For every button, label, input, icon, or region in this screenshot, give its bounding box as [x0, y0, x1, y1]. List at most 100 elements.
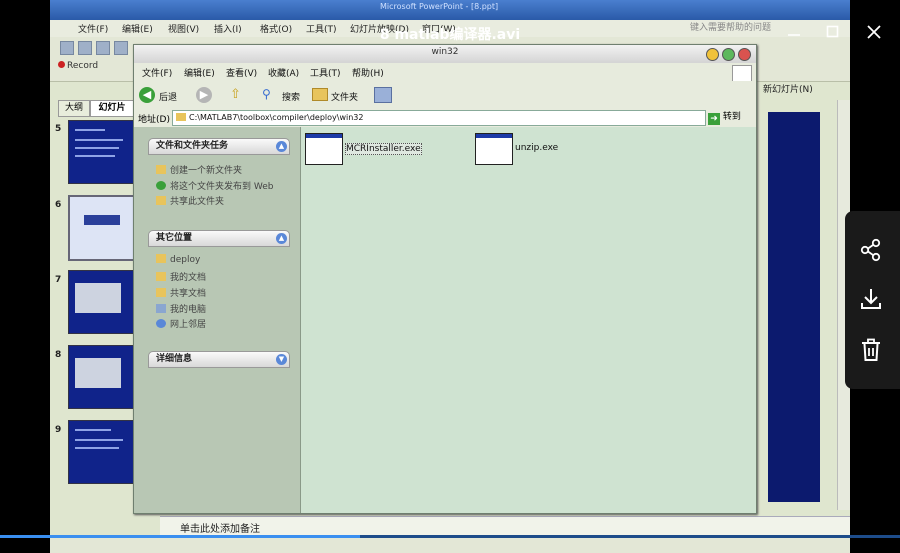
video-frame: Microsoft PowerPoint - [8.ppt] 文件(F) 编辑(… [50, 0, 850, 553]
menu-tools[interactable]: 工具(T) [310, 66, 341, 79]
tab-slides[interactable]: 幻灯片 [90, 100, 134, 117]
address-label: 地址(D) [138, 115, 170, 125]
slide-number: 7 [55, 275, 62, 285]
new-slide-button[interactable]: 新幻灯片(N) [763, 82, 813, 95]
slide-editing-area [768, 112, 820, 502]
download-icon[interactable] [857, 285, 885, 313]
thumb-screenshot [75, 283, 121, 313]
thumb-screenshot [75, 358, 121, 388]
folders-icon[interactable] [312, 88, 328, 101]
matlab-logo [84, 215, 120, 225]
collapse-icon[interactable]: ▲ [276, 141, 287, 152]
windows-logo-icon [732, 65, 752, 82]
video-progress-fill [0, 535, 360, 538]
back-label[interactable]: 后退 [159, 90, 177, 103]
explorer-title: win32 [431, 47, 459, 57]
search-label[interactable]: 搜索 [282, 90, 300, 103]
menu-file[interactable]: 文件(F) [142, 66, 172, 79]
thumb-text-line [75, 129, 105, 131]
record-icon [58, 61, 65, 68]
task-new-folder[interactable]: 创建一个新文件夹 [156, 163, 242, 176]
go-button[interactable]: ➜ 转到 [708, 110, 752, 125]
place-label: 网上邻居 [170, 320, 207, 330]
side-action-menu [845, 211, 900, 389]
up-folder-icon[interactable]: ⇧ [230, 87, 241, 102]
slide-pane-tabs: 大纲 幻灯片 [50, 100, 135, 117]
slide-thumbnail-6[interactable] [68, 195, 136, 261]
other-places-title: 其它位置 [156, 233, 193, 243]
address-value: C:\MATLAB7\toolbox\compiler\deploy\win32 [189, 113, 364, 122]
folder-icon [156, 254, 166, 263]
window-maximize-icon[interactable] [722, 48, 735, 61]
slide-thumbnail-8[interactable] [68, 345, 134, 409]
explorer-toolbar: ◀ 后退 ▶ ⇧ ⚲ 搜索 文件夹 [134, 81, 756, 110]
menu-view[interactable]: 查看(V) [226, 66, 257, 79]
slide-number: 8 [55, 350, 62, 360]
place-deploy[interactable]: deploy [156, 254, 200, 265]
globe-icon [156, 181, 166, 190]
file-list: MCRInstaller.exe unzip.exe [301, 127, 756, 513]
shared-folder-icon [156, 288, 166, 297]
slide-number: 9 [55, 425, 62, 435]
menu-edit[interactable]: 编辑(E) [184, 66, 215, 79]
minimize-icon[interactable] [787, 27, 801, 37]
close-icon[interactable] [867, 25, 881, 39]
thumb-text-line [75, 429, 111, 431]
notes-pane[interactable] [160, 516, 850, 537]
go-label: 转到 [722, 112, 741, 122]
record-button[interactable]: Record [58, 61, 98, 71]
slide-thumbnail-7[interactable] [68, 270, 134, 334]
place-shared-documents[interactable]: 共享文档 [156, 286, 206, 299]
other-places-header[interactable]: 其它位置 ▲ [148, 230, 290, 247]
share-folder-icon [156, 196, 166, 205]
ppt-titlebar: Microsoft PowerPoint - [8.ppt] [50, 0, 850, 20]
folders-label[interactable]: 文件夹 [331, 90, 358, 103]
new-folder-icon [156, 165, 166, 174]
network-icon [156, 319, 166, 328]
slide-number: 5 [55, 124, 62, 134]
address-input[interactable]: C:\MATLAB7\toolbox\compiler\deploy\win32 [172, 110, 706, 126]
tab-outline[interactable]: 大纲 [58, 100, 90, 117]
menu-favorites[interactable]: 收藏(A) [268, 66, 299, 79]
forward-icon[interactable]: ▶ [196, 87, 212, 103]
explorer-window: win32 文件(F) 编辑(E) 查看(V) 收藏(A) 工具(T) 帮助(H… [133, 44, 757, 514]
views-icon[interactable] [374, 87, 392, 103]
window-close-icon[interactable] [738, 48, 751, 61]
file-name: unzip.exe [515, 143, 559, 153]
details-header[interactable]: 详细信息 ▼ [148, 351, 290, 368]
trash-icon[interactable] [857, 336, 885, 364]
explorer-titlebar: win32 [134, 45, 756, 64]
place-label: 我的文档 [170, 273, 207, 283]
thumb-text-line [75, 139, 123, 141]
place-my-documents[interactable]: 我的文档 [156, 270, 206, 283]
share-icon[interactable] [857, 236, 885, 264]
slide-number: 6 [55, 200, 62, 210]
slide-thumbnail-5[interactable] [68, 120, 134, 184]
collapse-icon[interactable]: ▲ [276, 233, 287, 244]
notes-placeholder: 单击此处添加备注 [180, 524, 260, 535]
slide-thumbnail-9[interactable] [68, 420, 134, 484]
place-label: 我的电脑 [170, 305, 207, 315]
expand-icon[interactable]: ▼ [276, 354, 287, 365]
file-tasks-header[interactable]: 文件和文件夹任务 ▲ [148, 138, 290, 155]
thumb-text-line [75, 147, 119, 149]
window-minimize-icon[interactable] [706, 48, 719, 61]
maximize-icon[interactable] [826, 25, 840, 39]
go-arrow-icon: ➜ [708, 113, 720, 125]
place-my-computer[interactable]: 我的电脑 [156, 302, 206, 315]
task-publish-web[interactable]: 将这个文件夹发布到 Web [156, 179, 273, 192]
exe-file-icon [305, 133, 343, 165]
task-pane: 文件和文件夹任务 ▲ 创建一个新文件夹 将这个文件夹发布到 Web 共享此文件夹… [134, 127, 301, 513]
file-tasks-title: 文件和文件夹任务 [156, 141, 229, 151]
back-icon[interactable]: ◀ [139, 87, 155, 103]
ppt-title: Microsoft PowerPoint - [8.ppt] [380, 2, 499, 11]
place-network[interactable]: 网上邻居 [156, 317, 206, 330]
task-share-folder[interactable]: 共享此文件夹 [156, 194, 224, 207]
task-label: 共享此文件夹 [170, 197, 225, 207]
search-icon[interactable]: ⚲ [262, 87, 271, 101]
ppt-statusbar [50, 536, 850, 553]
documents-icon [156, 272, 166, 281]
details-title: 详细信息 [156, 354, 193, 364]
exe-file-icon [475, 133, 513, 165]
menu-help[interactable]: 帮助(H) [352, 66, 384, 79]
